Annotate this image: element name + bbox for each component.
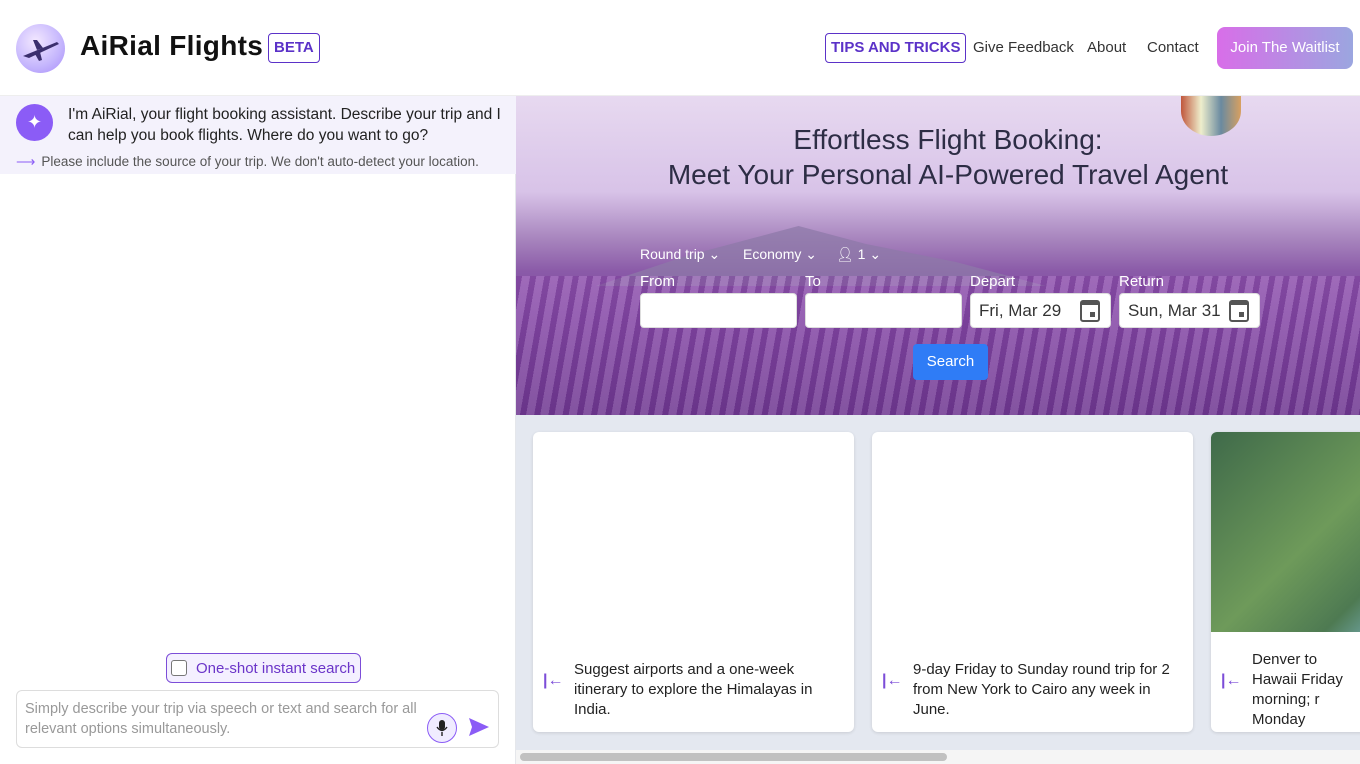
to-input[interactable]	[806, 294, 961, 327]
suggestion-cards-row: |← Suggest airports and a one-week itine…	[516, 415, 1360, 750]
to-field[interactable]	[805, 293, 962, 328]
depart-label: Depart	[970, 273, 1016, 290]
depart-date-value: Fri, Mar 29	[979, 301, 1062, 320]
one-shot-search-toggle[interactable]: One-shot instant search	[166, 653, 362, 683]
passenger-count: 1	[857, 246, 866, 262]
chat-panel: ✦ I'm AiRial, your flight booking assist…	[0, 96, 516, 764]
scrollbar-thumb[interactable]	[520, 753, 947, 761]
insert-arrow-icon[interactable]: |←	[882, 672, 902, 690]
trip-type-value: Round trip	[640, 246, 705, 262]
suggestion-card[interactable]: |← Suggest airports and a one-week itine…	[533, 432, 854, 732]
passengers-dropdown[interactable]: 👤︎ 1 ⌄	[836, 246, 881, 263]
location-hint: ⟶ Please include the source of your trip.…	[16, 154, 479, 170]
hero-title: Effortless Flight Booking: Meet Your Per…	[516, 122, 1360, 192]
sparkles-icon: ✦	[16, 104, 53, 141]
contact-link[interactable]: Contact	[1147, 39, 1199, 56]
chevron-down-icon: ⌄	[869, 246, 882, 262]
top-header: AiRial Flights BETA TIPS AND TRICKS Give…	[0, 0, 1360, 96]
hero-title-line1: Effortless Flight Booking:	[793, 124, 1103, 155]
chat-input-container	[16, 690, 499, 748]
cabin-class-dropdown[interactable]: Economy ⌄	[743, 246, 817, 263]
insert-arrow-icon[interactable]: |←	[1221, 672, 1241, 690]
calendar-icon[interactable]	[1229, 300, 1249, 322]
about-link[interactable]: About	[1087, 39, 1126, 56]
chevron-down-icon: ⌄	[708, 246, 721, 262]
microphone-button[interactable]	[427, 713, 457, 743]
from-field[interactable]	[640, 293, 797, 328]
microphone-icon	[436, 720, 448, 736]
suggestion-text: Suggest airports and a one-week itinerar…	[574, 661, 813, 718]
assistant-message: I'm AiRial, your flight booking assistan…	[68, 106, 501, 144]
assistant-intro: ✦ I'm AiRial, your flight booking assist…	[0, 96, 516, 174]
suggestion-text: 9-day Friday to Sunday round trip for 2 …	[913, 661, 1170, 718]
return-label: Return	[1119, 273, 1165, 290]
tips-and-tricks-button[interactable]: TIPS AND TRICKS	[825, 33, 967, 63]
brand-name[interactable]: AiRial Flights	[80, 30, 263, 62]
from-input[interactable]	[641, 294, 796, 327]
suggestion-text: Denver to Hawaii Friday morning; r Monda…	[1252, 651, 1343, 732]
calendar-icon[interactable]	[1080, 300, 1100, 322]
to-label: To	[805, 273, 821, 290]
beta-badge: BETA	[268, 33, 320, 63]
person-icon: 👤︎	[836, 246, 854, 262]
return-date-value: Sun, Mar 31	[1128, 301, 1221, 320]
hero-title-line2: Meet Your Personal AI-Powered Travel Age…	[667, 159, 1229, 190]
chat-input[interactable]	[25, 699, 425, 743]
arrow-right-icon: ⟶	[16, 154, 36, 169]
one-shot-checkbox[interactable]	[171, 660, 187, 676]
insert-arrow-icon[interactable]: |←	[543, 672, 563, 690]
trip-type-dropdown[interactable]: Round trip ⌄	[640, 246, 720, 263]
airplane-logo-icon[interactable]	[16, 24, 65, 73]
from-label: From	[640, 273, 675, 290]
depart-date-field[interactable]: Fri, Mar 29	[970, 293, 1111, 328]
cabin-class-value: Economy	[743, 246, 802, 262]
one-shot-label: One-shot instant search	[196, 659, 356, 677]
hero-search-section: Effortless Flight Booking: Meet Your Per…	[516, 96, 1360, 415]
return-date-field[interactable]: Sun, Mar 31	[1119, 293, 1260, 328]
search-button[interactable]: Search	[913, 344, 988, 380]
hawaii-coast-image	[1211, 432, 1360, 632]
suggestion-card[interactable]: |← Denver to Hawaii Friday morning; r Mo…	[1211, 432, 1360, 732]
chevron-down-icon: ⌄	[805, 246, 817, 262]
hint-text: Please include the source of your trip. …	[41, 154, 479, 169]
suggestion-card[interactable]: |← 9-day Friday to Sunday round trip for…	[872, 432, 1193, 732]
give-feedback-link[interactable]: Give Feedback	[973, 39, 1074, 56]
join-waitlist-button[interactable]: Join The Waitlist	[1217, 27, 1353, 69]
send-icon[interactable]	[467, 715, 491, 739]
